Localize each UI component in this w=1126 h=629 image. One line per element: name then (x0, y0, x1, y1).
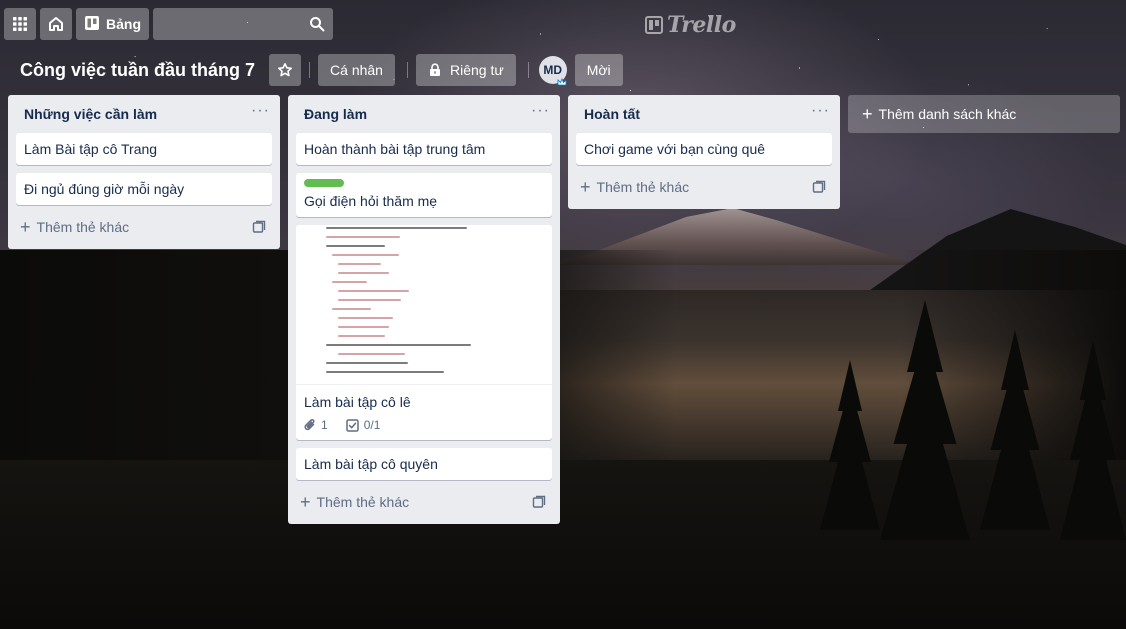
card-title: Làm bài tập cô lê (304, 394, 411, 410)
template-icon[interactable] (532, 495, 546, 509)
home-icon (49, 17, 63, 31)
workspace-button[interactable]: Cá nhân (318, 54, 395, 86)
card[interactable]: Chơi game với bạn cùng quê (576, 133, 832, 165)
card[interactable]: Làm bài tập cô quyên (296, 448, 552, 480)
attachment-count: 1 (321, 418, 328, 432)
list-todo: Những việc cần làm ··· Làm Bài tập cô Tr… (8, 95, 280, 249)
plus-icon: + (580, 177, 591, 197)
list-done: Hoàn tất ··· Chơi game với bạn cùng quê … (568, 95, 840, 209)
attachment-badge: 1 (304, 418, 328, 432)
list-doing: Đang làm ··· Hoàn thành bài tập trung tâ… (288, 95, 560, 524)
plus-icon: + (862, 104, 873, 124)
card-title: Gọi điện hỏi thăm mẹ (304, 193, 438, 209)
add-card-label: Thêm thẻ khác (596, 179, 690, 195)
add-list-label: Thêm danh sách khác (878, 106, 1017, 122)
card-badges: 1 0/1 (296, 418, 552, 440)
trello-logo[interactable]: Trello (645, 12, 736, 38)
card-title: Đi ngủ đúng giờ mỗi ngày (24, 181, 185, 197)
add-card-label: Thêm thẻ khác (36, 219, 130, 235)
search-input[interactable] (153, 8, 333, 40)
add-card-button[interactable]: + Thêm thẻ khác (576, 173, 832, 201)
visibility-button[interactable]: Riêng tư (415, 54, 516, 86)
invite-button-label: Mời (586, 62, 611, 78)
list-header[interactable]: Đang làm ··· (288, 95, 560, 133)
card-label-green[interactable] (304, 179, 344, 187)
checklist-count: 0/1 (363, 418, 381, 432)
board-icon (84, 15, 100, 34)
add-card-button[interactable]: + Thêm thẻ khác (16, 213, 272, 241)
apps-grid-icon (13, 17, 27, 31)
divider (406, 62, 408, 78)
card-title: Hoàn thành bài tập trung tâm (304, 141, 486, 157)
board-header: Công việc tuần đầu tháng 7 Cá nhân Riêng… (0, 52, 1126, 88)
attachment-icon (304, 419, 315, 431)
add-card-label: Thêm thẻ khác (316, 494, 410, 510)
card[interactable]: Đi ngủ đúng giờ mỗi ngày (16, 173, 272, 205)
card-title: Chơi game với bạn cùng quê (584, 141, 766, 157)
lock-icon (428, 63, 442, 77)
home-button[interactable] (40, 8, 72, 40)
add-card-button[interactable]: + Thêm thẻ khác (296, 488, 552, 516)
boards-button-label: Bảng (106, 16, 141, 32)
card-cover-image (296, 225, 552, 385)
divider (527, 62, 529, 78)
member-avatar[interactable]: MD (538, 56, 568, 87)
checklist-badge: 0/1 (345, 418, 381, 432)
list-header[interactable]: Những việc cần làm ··· (8, 95, 280, 133)
list-title[interactable]: Hoàn tất (584, 106, 640, 122)
card-title: Làm bài tập cô quyên (304, 456, 438, 472)
boards-button[interactable]: Bảng (76, 8, 149, 40)
more-horizontal-icon[interactable]: ··· (251, 103, 270, 125)
list-title[interactable]: Đang làm (304, 106, 367, 122)
list-title[interactable]: Những việc cần làm (24, 106, 157, 122)
card-title: Làm Bài tập cô Trang (24, 141, 158, 157)
plus-icon: + (300, 492, 311, 512)
more-horizontal-icon[interactable]: ··· (811, 103, 830, 125)
card[interactable]: Làm Bài tập cô Trang (16, 133, 272, 165)
template-icon[interactable] (812, 180, 826, 194)
plus-icon: + (20, 217, 31, 237)
card[interactable]: Làm bài tập cô lê 1 0/1 (296, 225, 552, 440)
search-icon (310, 17, 325, 32)
card[interactable]: Gọi điện hỏi thăm mẹ (296, 173, 552, 217)
invite-button[interactable]: Mời (574, 54, 623, 86)
member-initials: MD (543, 63, 563, 77)
board-title[interactable]: Công việc tuần đầu tháng 7 (12, 60, 263, 81)
crown-icon (556, 77, 568, 87)
add-list-button[interactable]: + Thêm danh sách khác (848, 95, 1120, 133)
workspace-button-label: Cá nhân (330, 62, 383, 78)
template-icon[interactable] (252, 220, 266, 234)
trello-logo-text: Trello (667, 12, 736, 38)
apps-grid-button[interactable] (4, 8, 36, 40)
background-ground (0, 460, 1126, 629)
card[interactable]: Hoàn thành bài tập trung tâm (296, 133, 552, 165)
star-board-button[interactable] (269, 54, 302, 86)
more-horizontal-icon[interactable]: ··· (531, 103, 550, 125)
trello-logo-icon (645, 16, 663, 34)
star-icon (278, 63, 293, 77)
list-header[interactable]: Hoàn tất ··· (568, 95, 840, 133)
divider (309, 62, 311, 78)
visibility-button-label: Riêng tư (449, 62, 504, 78)
checklist-icon (345, 418, 359, 432)
top-header: Bảng Trello (0, 0, 1126, 48)
